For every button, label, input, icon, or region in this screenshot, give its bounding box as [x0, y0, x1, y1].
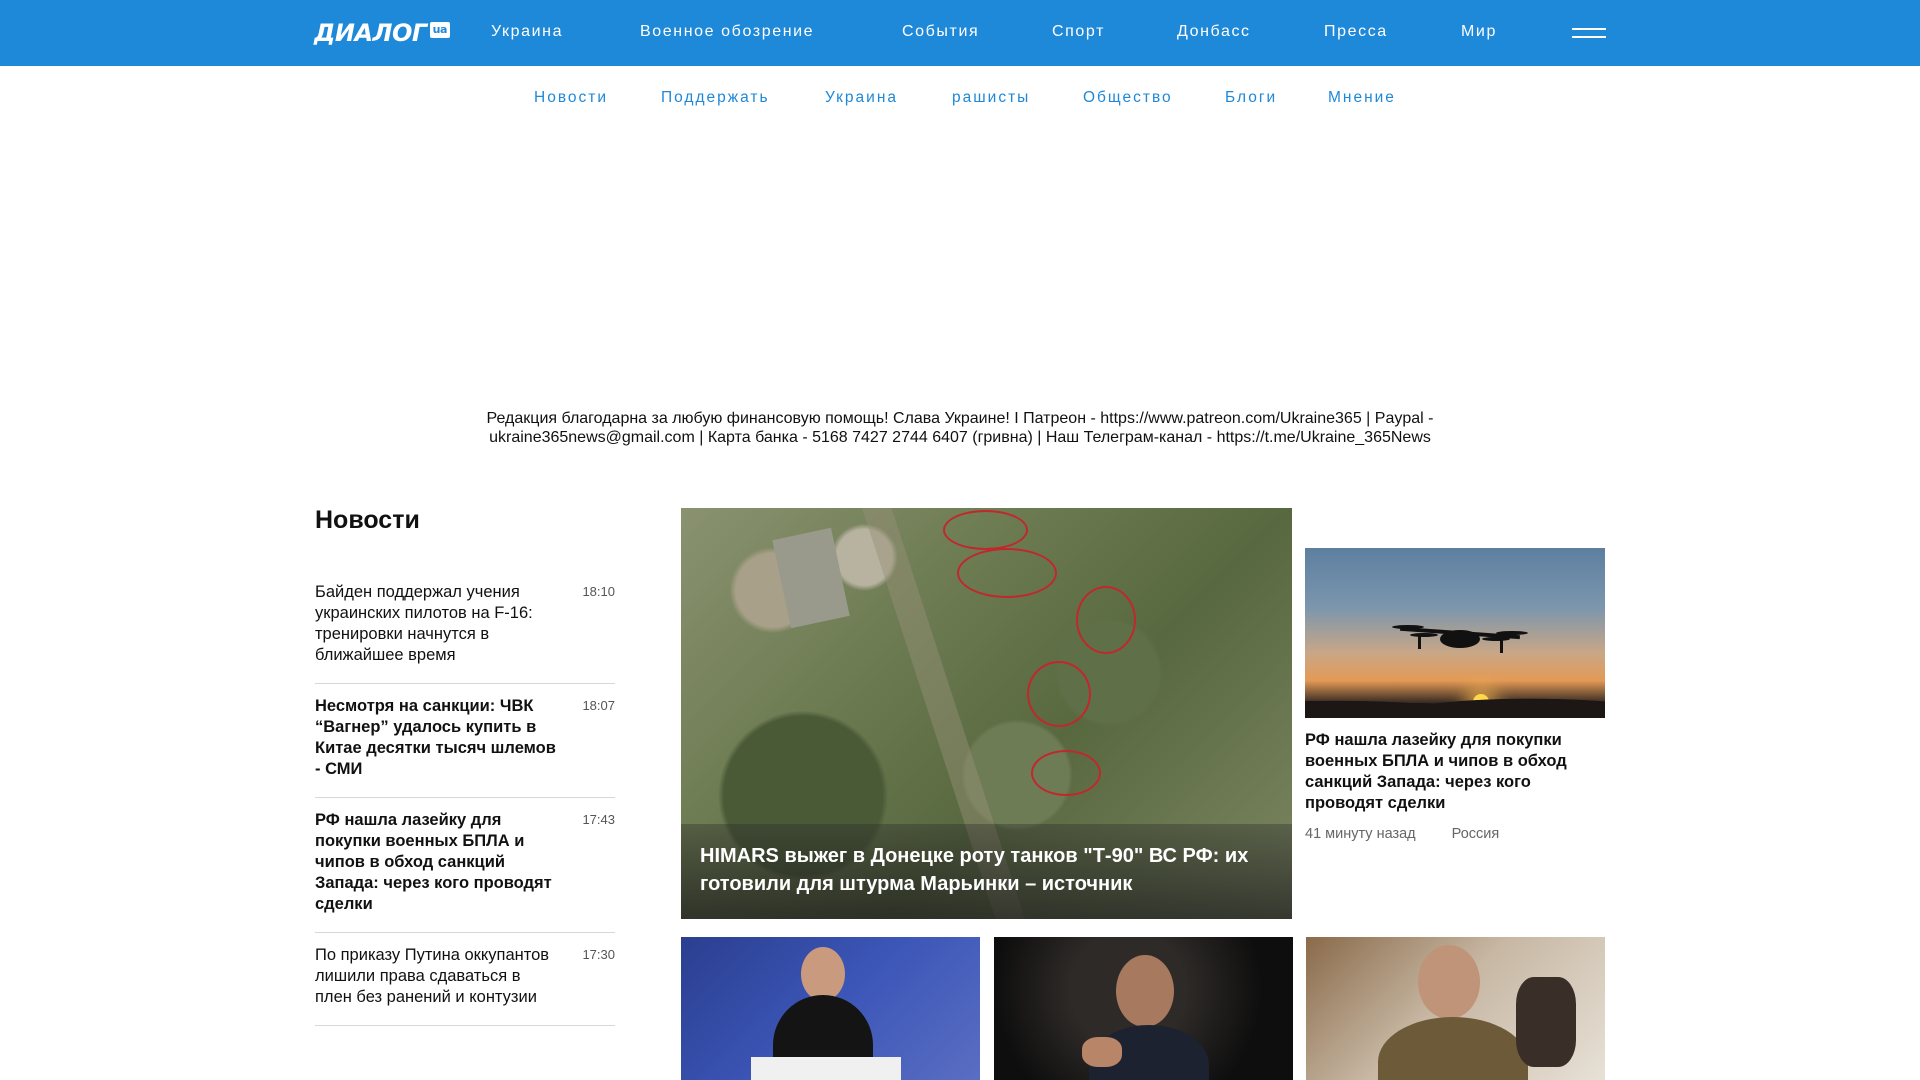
- news-item-time: 17:43: [582, 812, 615, 827]
- article-thumbnail[interactable]: [994, 937, 1293, 1080]
- side-article-card[interactable]: РФ нашла лазейку для покупки военных БПЛ…: [1305, 548, 1605, 842]
- main-nav-ukraine[interactable]: Украина: [491, 23, 563, 41]
- sub-nav-news[interactable]: Новости: [534, 89, 608, 107]
- main-nav-events[interactable]: События: [902, 23, 979, 41]
- target-circle: [943, 510, 1028, 550]
- news-list: Байден поддержал учения украинских пилот…: [315, 570, 615, 1026]
- side-article-category[interactable]: Россия: [1452, 826, 1500, 842]
- drone-icon: [1392, 625, 1528, 653]
- article-thumbnail[interactable]: [1306, 937, 1605, 1080]
- site-logo[interactable]: ДИАЛОГ ua: [314, 19, 450, 47]
- target-circle: [1076, 586, 1136, 654]
- donation-notice: Редакция благодарна за любую финансовую …: [486, 410, 1434, 446]
- news-item-title[interactable]: По приказу Путина оккупантов лишили прав…: [315, 945, 560, 1008]
- sub-nav-support[interactable]: Поддержать: [661, 89, 770, 107]
- main-nav-world[interactable]: Мир: [1461, 23, 1497, 41]
- main-nav-military-review[interactable]: Военное обозрение: [640, 23, 814, 41]
- main-nav-donbass[interactable]: Донбасс: [1177, 23, 1251, 41]
- drone-image: [1305, 548, 1605, 718]
- news-item-time: 18:10: [582, 584, 615, 599]
- article-thumbnail[interactable]: [681, 937, 980, 1080]
- main-nav-sport[interactable]: Спорт: [1052, 23, 1105, 41]
- main-nav-press[interactable]: Пресса: [1324, 23, 1388, 41]
- logo-badge: ua: [429, 22, 450, 38]
- news-item-time: 17:30: [582, 947, 615, 962]
- news-item-time: 18:07: [582, 698, 615, 713]
- side-article-time: 41 минуту назад: [1305, 826, 1416, 842]
- sub-nav-blogs[interactable]: Блоги: [1225, 89, 1277, 107]
- side-article-meta: 41 минуту назад Россия: [1305, 826, 1605, 842]
- sub-nav-opinion[interactable]: Мнение: [1328, 89, 1396, 107]
- sub-nav-rashists[interactable]: рашисты: [952, 89, 1030, 107]
- hamburger-menu-icon[interactable]: [1572, 28, 1606, 40]
- target-circle: [1031, 750, 1101, 796]
- sub-nav-ukraine[interactable]: Украина: [825, 89, 898, 107]
- logo-text: ДИАЛОГ: [314, 19, 427, 47]
- news-item-title[interactable]: РФ нашла лазейку для покупки военных БПЛ…: [315, 810, 560, 915]
- news-item[interactable]: По приказу Путина оккупантов лишили прав…: [315, 933, 615, 1026]
- target-circle: [957, 548, 1057, 598]
- news-item[interactable]: Несмотря на санкции: ЧВК “Вагнер” удалос…: [315, 684, 615, 798]
- news-heading: Новости: [315, 506, 420, 534]
- top-bar: ДИАЛОГ ua Украина Военное обозрение Собы…: [0, 0, 1920, 66]
- news-item-title[interactable]: Байден поддержал учения украинских пилот…: [315, 582, 560, 666]
- news-item-title[interactable]: Несмотря на санкции: ЧВК “Вагнер” удалос…: [315, 696, 560, 780]
- news-item[interactable]: РФ нашла лазейку для покупки военных БПЛ…: [315, 798, 615, 933]
- side-article-title[interactable]: РФ нашла лазейку для покупки военных БПЛ…: [1305, 730, 1605, 814]
- news-item[interactable]: Байден поддержал учения украинских пилот…: [315, 570, 615, 684]
- sub-nav-society[interactable]: Общество: [1083, 89, 1173, 107]
- featured-title[interactable]: HIMARS выжег в Донецке роту танков "Т-90…: [700, 842, 1270, 898]
- featured-article[interactable]: HIMARS выжег в Донецке роту танков "Т-90…: [681, 508, 1292, 919]
- target-circle: [1027, 661, 1091, 727]
